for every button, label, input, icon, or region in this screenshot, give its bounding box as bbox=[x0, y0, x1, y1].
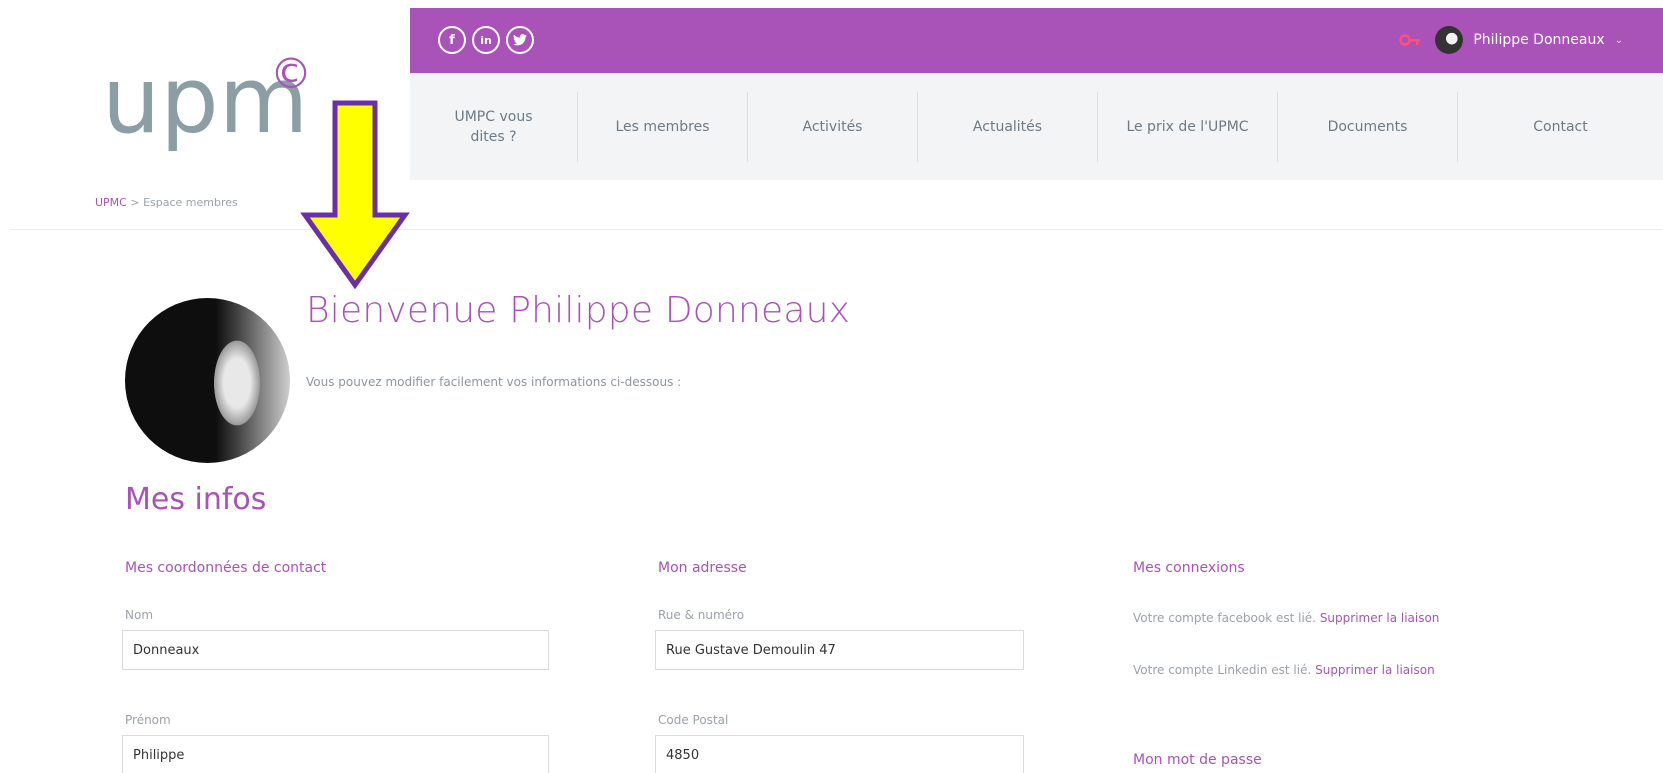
top-bar: f in Philippe Donneaux ⌄ bbox=[410, 8, 1663, 73]
code-postal-input[interactable]: 4850 bbox=[655, 735, 1024, 773]
logo-copyright-mark: © bbox=[270, 49, 310, 98]
welcome-subtitle: Vous pouvez modifier facilement vos info… bbox=[306, 375, 682, 389]
prenom-label: Prénom bbox=[125, 713, 171, 727]
nav-contact[interactable]: Contact bbox=[1458, 92, 1663, 162]
user-name[interactable]: Philippe Donneaux bbox=[1473, 32, 1604, 48]
facebook-connection-text: Votre compte facebook est lié. bbox=[1133, 611, 1316, 625]
password-section-title: Mon mot de passe bbox=[1133, 752, 1262, 768]
contact-section-title: Mes coordonnées de contact bbox=[125, 560, 327, 576]
mes-infos-title: Mes infos bbox=[125, 482, 267, 517]
nav-activites[interactable]: Activités bbox=[748, 91, 918, 162]
breadcrumb-current: Espace membres bbox=[143, 196, 238, 209]
twitter-bird-shape bbox=[513, 34, 527, 46]
prenom-input[interactable]: Philippe bbox=[122, 735, 549, 773]
logo-mark: upm © bbox=[102, 47, 312, 154]
nom-label: Nom bbox=[125, 608, 154, 622]
nav-documents[interactable]: Documents bbox=[1278, 91, 1458, 162]
nom-input[interactable]: Donneaux bbox=[122, 630, 549, 670]
nav-actualites[interactable]: Actualités bbox=[918, 91, 1098, 162]
nav-les-membres[interactable]: Les membres bbox=[578, 91, 748, 162]
linkedin-connection-text: Votre compte Linkedin est lié. bbox=[1133, 663, 1312, 677]
chevron-down-icon[interactable]: ⌄ bbox=[1615, 35, 1623, 46]
twitter-icon[interactable] bbox=[506, 26, 534, 54]
welcome-title: Bienvenue Philippe Donneaux bbox=[306, 290, 851, 331]
user-avatar[interactable] bbox=[1435, 26, 1464, 54]
breadcrumb-bar: UPMC > Espace membres bbox=[10, 180, 1663, 230]
rue-input[interactable]: Rue Gustave Demoulin 47 bbox=[655, 630, 1024, 670]
code-postal-label: Code Postal bbox=[658, 713, 729, 727]
user-menu[interactable]: Philippe Donneaux ⌄ bbox=[1399, 26, 1623, 54]
profile-avatar[interactable] bbox=[125, 298, 290, 463]
main-nav: UMPC vous dites ? Les membres Activités … bbox=[410, 73, 1663, 180]
nav-le-prix[interactable]: Le prix de l'UPMC bbox=[1098, 91, 1278, 162]
social-links: f in bbox=[438, 26, 534, 54]
adresse-section-title: Mon adresse bbox=[658, 560, 747, 576]
linkedin-connection: Votre compte Linkedin est lié. Supprimer… bbox=[1133, 663, 1435, 677]
breadcrumb-root[interactable]: UPMC bbox=[95, 196, 127, 209]
facebook-connection: Votre compte facebook est lié. Supprimer… bbox=[1133, 611, 1439, 625]
nav-umpc-vous-dites[interactable]: UMPC vous dites ? bbox=[410, 91, 578, 162]
yellow-arrow-annotation bbox=[295, 97, 415, 297]
linkedin-icon[interactable]: in bbox=[472, 26, 500, 54]
facebook-icon[interactable]: f bbox=[438, 26, 466, 54]
key-icon[interactable] bbox=[1399, 30, 1425, 50]
upm-logo[interactable]: upm © bbox=[100, 40, 312, 160]
breadcrumb-separator: > bbox=[130, 196, 140, 209]
connexions-section-title: Mes connexions bbox=[1133, 560, 1245, 576]
rue-label: Rue & numéro bbox=[658, 608, 745, 622]
linkedin-unlink-link[interactable]: Supprimer la liaison bbox=[1315, 663, 1435, 677]
facebook-unlink-link[interactable]: Supprimer la liaison bbox=[1320, 611, 1440, 625]
breadcrumb: UPMC > Espace membres bbox=[95, 196, 238, 209]
